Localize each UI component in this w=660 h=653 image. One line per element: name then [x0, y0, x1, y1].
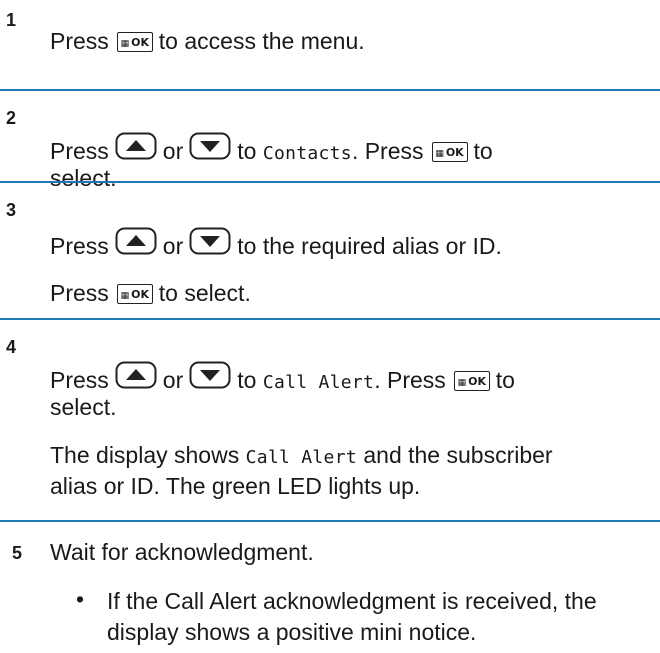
- step-divider: [0, 181, 660, 183]
- step-result: The display shows Call Alert and the sub…: [50, 442, 553, 468]
- up-arrow-key-icon: [115, 361, 157, 389]
- step-text-cont: Press ▦ OK to select.: [50, 280, 251, 306]
- step-text: Press or to Call Alert. Press ▦ OK to: [50, 361, 515, 398]
- step-number: 4: [6, 337, 17, 357]
- bullet: •: [76, 586, 85, 612]
- step-divider: [0, 520, 660, 522]
- step-text: Wait for acknowledgment.: [50, 539, 314, 565]
- menu-item-call-alert: Call Alert: [262, 372, 375, 393]
- step-text-cont: select.: [50, 165, 117, 191]
- menu-ok-key-icon: ▦ OK: [116, 32, 153, 52]
- down-arrow-key-icon: [189, 227, 231, 255]
- bullet-text: If the Call Alert acknowledgment is rece…: [107, 588, 597, 614]
- menu-ok-key-icon: ▦ OK: [453, 371, 490, 391]
- step-number: 3: [6, 200, 17, 220]
- menu-ok-key-icon: ▦ OK: [431, 142, 468, 162]
- up-arrow-key-icon: [115, 227, 157, 255]
- menu-item-contacts: Contacts: [262, 143, 352, 164]
- step-number: 1: [6, 10, 17, 30]
- step-number: 2: [6, 108, 17, 128]
- down-arrow-key-icon: [189, 361, 231, 389]
- step-text: Press ▦ OK to access the menu.: [50, 28, 365, 54]
- display-text-call-alert: Call Alert: [245, 447, 357, 468]
- menu-ok-key-icon: ▦ OK: [116, 284, 153, 304]
- down-arrow-key-icon: [189, 132, 231, 160]
- up-arrow-key-icon: [115, 132, 157, 160]
- bullet-text-cont: display shows a positive mini notice.: [107, 619, 477, 645]
- step-number: 5: [12, 543, 23, 563]
- step-text: Press or to the required alias or ID.: [50, 227, 502, 262]
- step-text-cont: select.: [50, 394, 117, 420]
- step-divider: [0, 89, 660, 91]
- step-divider: [0, 318, 660, 320]
- step-result-cont: alias or ID. The green LED lights up.: [50, 473, 421, 499]
